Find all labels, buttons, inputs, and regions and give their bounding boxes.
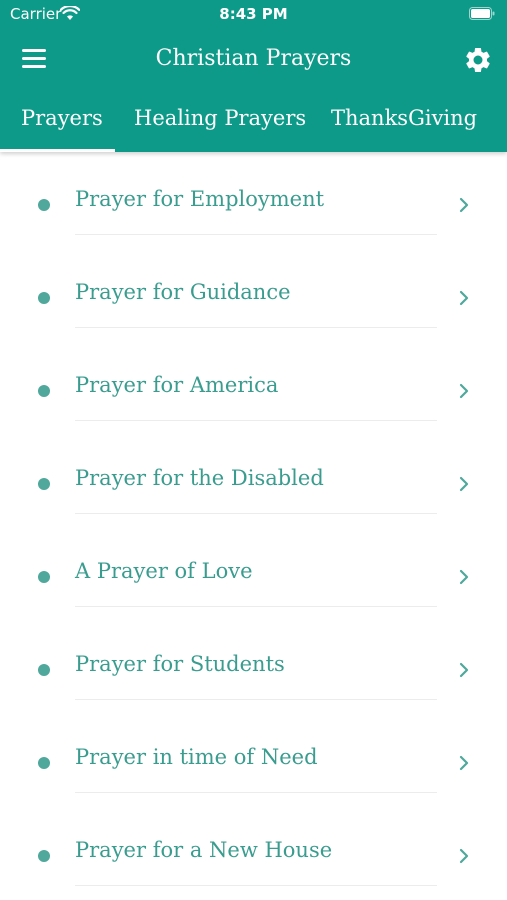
prayer-title: Prayer for Guidance <box>75 280 291 304</box>
bullet-dot-icon <box>38 385 50 397</box>
tab-thanksgiving[interactable]: ThanksGiving <box>331 106 477 130</box>
chevron-right-icon <box>459 755 469 771</box>
prayer-title: Prayer for the Disabled <box>75 466 324 490</box>
chevron-right-icon <box>459 848 469 864</box>
divider <box>75 234 437 235</box>
divider <box>75 420 437 421</box>
list-item[interactable]: Prayer for Guidance <box>0 245 507 338</box>
tab-healing-prayers[interactable]: Healing Prayers <box>134 106 306 130</box>
gear-icon[interactable] <box>463 45 493 75</box>
bullet-dot-icon <box>38 757 50 769</box>
bullet-dot-icon <box>38 664 50 676</box>
status-bar: Carrier 8:43 PM <box>0 0 507 28</box>
prayer-title: A Prayer of Love <box>75 559 253 583</box>
divider <box>75 606 437 607</box>
bullet-dot-icon <box>38 199 50 211</box>
bullet-dot-icon <box>38 850 50 862</box>
list-item[interactable]: Prayer for Employment <box>0 152 507 245</box>
status-time: 8:43 PM <box>219 5 288 23</box>
prayer-title: Prayer in time of Need <box>75 745 318 769</box>
list-item[interactable]: Prayer for Students <box>0 617 507 710</box>
prayer-title: Prayer for Employment <box>75 187 325 211</box>
list-item[interactable]: Prayer for America <box>0 338 507 431</box>
tab-prayers[interactable]: Prayers <box>21 106 103 130</box>
divider <box>75 885 437 886</box>
battery-icon <box>469 7 495 20</box>
app-title: Christian Prayers <box>155 46 352 71</box>
chevron-right-icon <box>459 290 469 306</box>
prayer-title: Prayer for a New House <box>75 838 333 862</box>
chevron-right-icon <box>459 476 469 492</box>
tab-bar: Prayers Healing Prayers ThanksGiving <box>0 98 507 152</box>
chevron-right-icon <box>459 569 469 585</box>
divider <box>75 699 437 700</box>
prayer-title: Prayer for America <box>75 373 279 397</box>
bullet-dot-icon <box>38 292 50 304</box>
nav-bar: Christian Prayers <box>0 36 507 84</box>
divider <box>75 792 437 793</box>
prayer-title: Prayer for Students <box>75 652 285 676</box>
list-item[interactable]: Prayer for the Disabled <box>0 431 507 524</box>
divider <box>75 327 437 328</box>
prayer-list: Prayer for Employment Prayer for Guidanc… <box>0 152 507 896</box>
chevron-right-icon <box>459 383 469 399</box>
list-item[interactable]: A Prayer of Love <box>0 524 507 617</box>
chevron-right-icon <box>459 197 469 213</box>
list-item[interactable]: Prayer for a New House <box>0 803 507 896</box>
chevron-right-icon <box>459 662 469 678</box>
list-item[interactable]: Prayer in time of Need <box>0 710 507 803</box>
bullet-dot-icon <box>38 571 50 583</box>
divider <box>75 513 437 514</box>
bullet-dot-icon <box>38 478 50 490</box>
app-header: Carrier 8:43 PM Christian Prayers Prayer… <box>0 0 507 152</box>
